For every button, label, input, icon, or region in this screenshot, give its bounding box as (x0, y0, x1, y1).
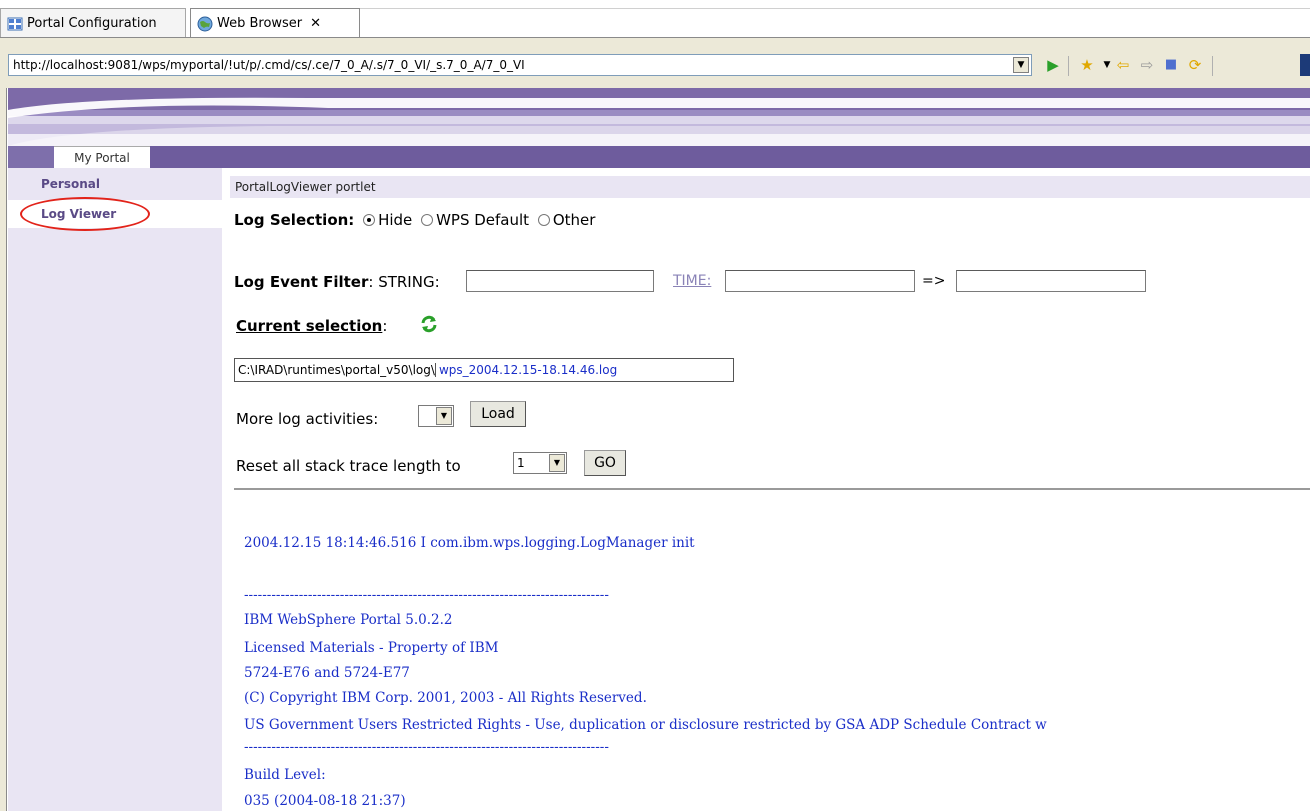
chevron-down-icon[interactable]: ▼ (1013, 57, 1029, 73)
portal-navbar (8, 146, 1310, 168)
toolbar-separator (1068, 56, 1069, 76)
more-activities-label: More log activities: (236, 410, 379, 428)
radio-other-label: Other (552, 211, 596, 229)
log-line: (C) Copyright IBM Corp. 2001, 2003 - All… (244, 690, 647, 706)
toolbar-separator (1212, 56, 1213, 76)
filter-label: Log Event Filter (234, 273, 369, 291)
tab-bar-border (360, 8, 1310, 9)
chevron-down-icon: ▼ (436, 407, 452, 425)
current-log-path: C:\IRAD\runtimes\portal_v50\log\ wps_2004… (234, 358, 734, 382)
grid-icon (7, 17, 23, 30)
log-line: Build Level: (244, 767, 326, 783)
time-end-input[interactable] (956, 270, 1146, 292)
divider (234, 488, 1310, 490)
stack-trace-length-select[interactable]: 1 ▼ (513, 452, 567, 474)
highlight-annotation (20, 197, 150, 231)
log-file-name: wps_2004.12.15-18.14.46.log (434, 363, 618, 377)
radio-other[interactable] (537, 214, 550, 226)
portlet-title: PortalLogViewer portlet (230, 176, 1310, 198)
url-field[interactable]: http://localhost:9081/wps/myportal/!ut/p… (8, 54, 1032, 76)
stop-icon[interactable]: ■ (1160, 54, 1182, 76)
url-text: http://localhost:9081/wps/myportal/!ut/p… (13, 58, 525, 72)
load-button[interactable]: Load (470, 401, 526, 427)
go-icon[interactable]: ▶ (1042, 54, 1064, 76)
chevron-down-icon: ▼ (549, 454, 565, 472)
time-link-text[interactable]: TIME: (673, 273, 711, 289)
log-directory: C:\IRAD\runtimes\portal_v50\log\ (238, 363, 435, 377)
log-line: US Government Users Restricted Rights - … (244, 717, 1047, 733)
current-selection-label[interactable]: Current selection (236, 317, 382, 335)
range-arrow: => (922, 273, 946, 289)
portal-sidebar (8, 168, 222, 811)
log-selection-row: Log Selection: Hide WPS Default Other (234, 211, 595, 229)
more-activities-select[interactable]: ▼ (418, 405, 454, 427)
browser-frame-edge (0, 88, 7, 811)
banner-graphic (8, 88, 1310, 146)
portal-banner (8, 88, 1310, 146)
toolbar-overflow (1300, 54, 1310, 76)
refresh-icon[interactable]: ⟳ (1184, 54, 1206, 76)
time-start-input[interactable] (725, 270, 915, 292)
radio-hide-label: Hide (378, 211, 413, 229)
navbar-corner (8, 146, 54, 168)
colon: : (382, 317, 388, 335)
sidebar-item-personal[interactable]: Personal (8, 170, 222, 198)
filter-row: Log Event Filter: STRING: (234, 273, 440, 291)
favorites-icon[interactable]: ★ (1076, 54, 1098, 76)
radio-hide[interactable] (363, 214, 376, 226)
refresh-icon[interactable] (419, 314, 439, 334)
radio-wps-default[interactable] (421, 214, 434, 226)
log-line: IBM WebSphere Portal 5.0.2.2 (244, 612, 453, 628)
log-line: ----------------------------------------… (244, 587, 609, 603)
back-icon[interactable]: ⇦ (1112, 54, 1134, 76)
log-selection-label: Log Selection: (234, 211, 355, 229)
time-link[interactable]: TIME: (673, 273, 711, 289)
current-selection-row: Current selection: (236, 317, 387, 335)
go-button[interactable]: GO (584, 450, 626, 476)
log-line: 035 (2004-08-18 21:37) (244, 793, 406, 809)
tab-label: Web Browser (217, 16, 303, 31)
tab-my-portal[interactable]: My Portal (54, 146, 150, 168)
tab-portal-configuration[interactable]: Portal Configuration (0, 8, 186, 38)
tab-web-browser[interactable]: Web Browser ✕ (190, 8, 360, 38)
browser-toolbar: http://localhost:9081/wps/myportal/!ut/p… (0, 38, 1310, 88)
stack-trace-length-value: 1 (517, 456, 525, 470)
log-line: Licensed Materials - Property of IBM (244, 640, 499, 656)
close-icon[interactable]: ✕ (310, 16, 321, 31)
log-line: ----------------------------------------… (244, 739, 609, 755)
reset-label: Reset all stack trace length to (236, 457, 461, 475)
forward-icon[interactable]: ⇨ (1136, 54, 1158, 76)
globe-icon (197, 16, 213, 31)
log-line: 5724-E76 and 5724-E77 (244, 665, 410, 681)
radio-wps-default-label: WPS Default (436, 211, 530, 229)
log-line: 2004.12.15 18:14:46.516 I com.ibm.wps.lo… (244, 535, 695, 551)
tab-label: Portal Configuration (27, 16, 157, 31)
string-filter-input[interactable] (466, 270, 654, 292)
filter-string-label: : STRING: (368, 273, 440, 291)
editor-tab-bar: Portal Configuration Web Browser ✕ (0, 0, 1310, 38)
